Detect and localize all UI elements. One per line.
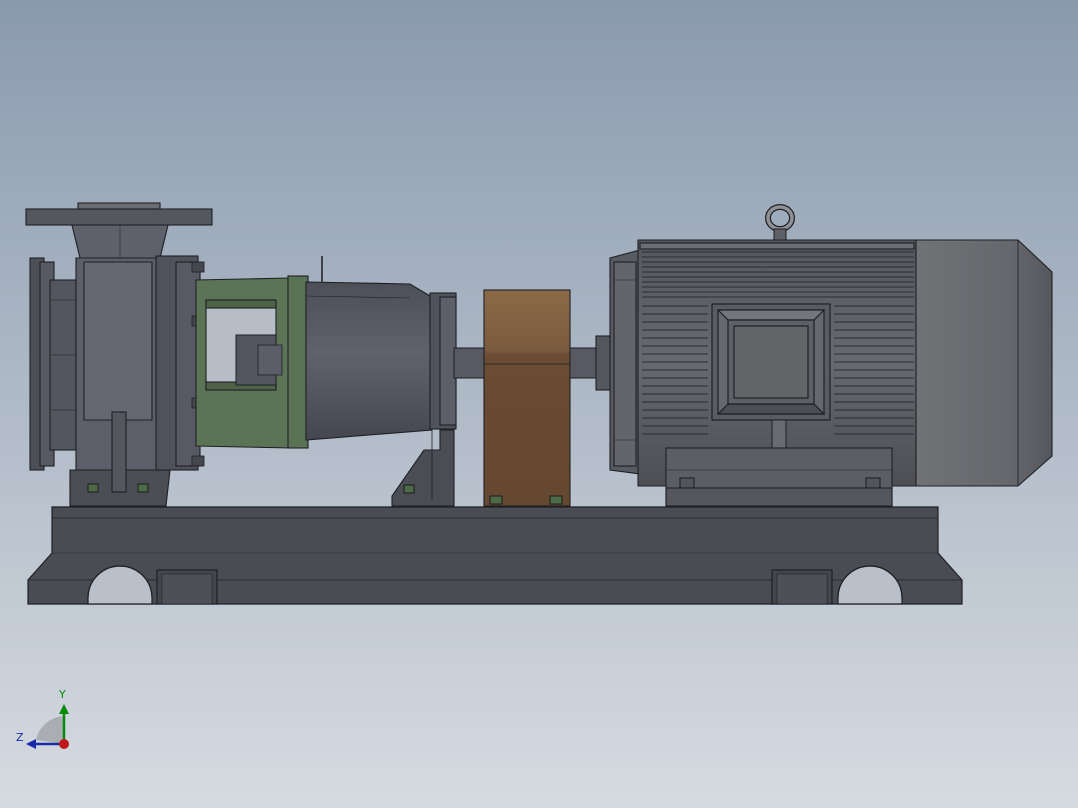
terminal-box[interactable] (711, 303, 831, 421)
triad-y-label: Y (59, 688, 66, 701)
pump-shaft-end (257, 344, 283, 376)
motor-feet[interactable] (665, 447, 893, 507)
triad-z-label: Z (16, 731, 24, 744)
motor-fan-cover[interactable] (915, 239, 1053, 487)
drive-shaft-pump (453, 347, 485, 379)
base-frame[interactable] (27, 506, 963, 605)
cad-graphics-viewport[interactable]: Y Z (0, 0, 1078, 808)
coupling-guard[interactable] (483, 289, 571, 507)
x-axis-origin (59, 739, 69, 749)
model-scene[interactable] (0, 0, 1078, 808)
